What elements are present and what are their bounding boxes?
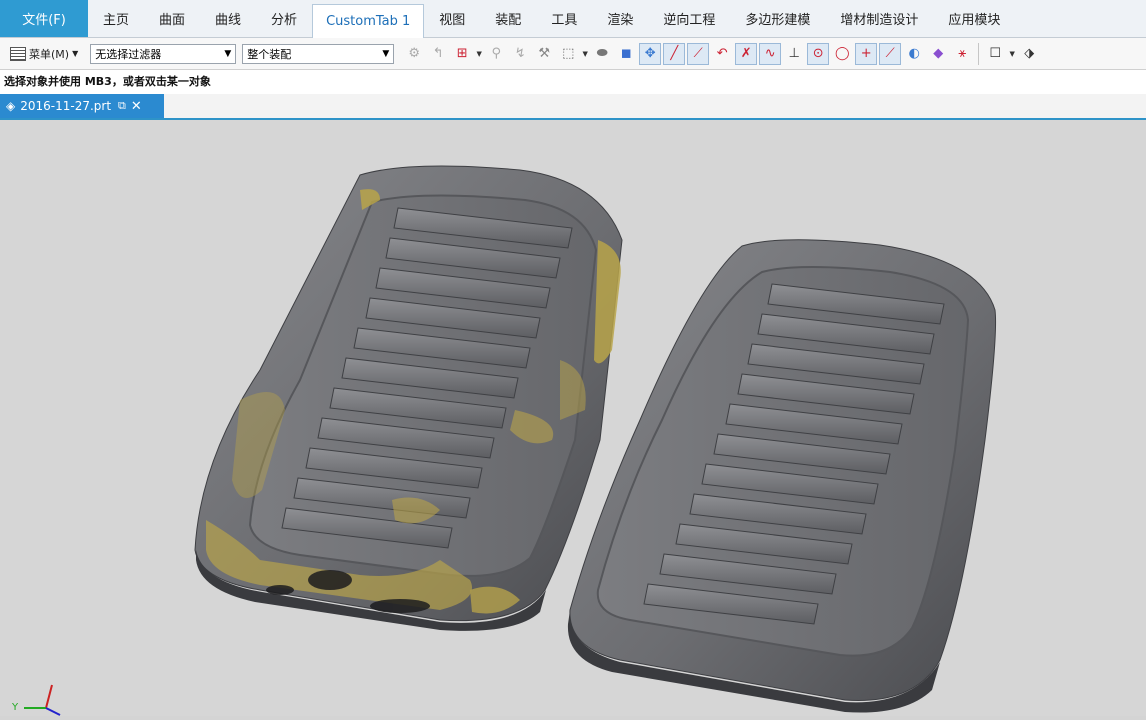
bounded-grid-icon[interactable]: ◆ bbox=[927, 43, 949, 65]
pin-icon[interactable]: ⚲ bbox=[485, 43, 507, 65]
chevron-down-icon: ▼ bbox=[72, 49, 79, 58]
assembly-icon[interactable]: ⚒ bbox=[533, 43, 555, 65]
tangent-icon[interactable]: ⊥ bbox=[783, 43, 805, 65]
cad-pedal-model[interactable] bbox=[567, 239, 997, 713]
toolbar-divider bbox=[978, 42, 980, 65]
tab-render[interactable]: 渲染 bbox=[592, 0, 648, 37]
chevron-down-icon[interactable]: ▼ bbox=[581, 43, 589, 65]
point-on-curve-icon[interactable]: ⟋ bbox=[879, 42, 902, 65]
tab-additive-manufacturing[interactable]: 增材制造设计 bbox=[825, 0, 933, 37]
cue-line: 选择对象并使用 MB3，或者双击某一对象 bbox=[0, 70, 1146, 94]
close-icon[interactable]: ✕ bbox=[131, 99, 142, 114]
control-point-icon[interactable]: ↶ bbox=[711, 43, 733, 65]
selection-filter-dropdown[interactable]: 无选择过滤器 ▼ bbox=[90, 43, 237, 64]
selection-toolbar: 菜单(M) ▼ 无选择过滤器 ▼ 整个装配 ▼ ⚙ ↰ ⊞ ▼ ⚲ ↯ ⚒ ⬚ … bbox=[0, 38, 1146, 70]
menu-icon bbox=[10, 46, 26, 61]
point-on-surface-icon[interactable]: ◐ bbox=[903, 43, 925, 65]
popout-icon[interactable]: ⧉ bbox=[118, 99, 126, 113]
more-tools-icon[interactable]: ⬗ bbox=[1018, 43, 1040, 65]
end-point-icon[interactable]: ╱ bbox=[663, 42, 686, 65]
assembly-scope-value: 整个装配 bbox=[247, 47, 292, 61]
deselect-icon[interactable]: ⬬ bbox=[591, 43, 613, 65]
tab-applications[interactable]: 应用模块 bbox=[933, 0, 1015, 37]
tab-reverse-engineering[interactable]: 逆向工程 bbox=[648, 0, 730, 37]
document-tab-bar: ◈ 2016-11-27.prt ⧉ ✕ bbox=[0, 94, 1146, 120]
triad-y-label: Y bbox=[11, 702, 19, 713]
coordinate-triad: Y bbox=[11, 684, 61, 716]
menu-button[interactable]: 菜单(M) ▼ bbox=[0, 46, 84, 62]
document-filename: 2016-11-27.prt bbox=[20, 99, 112, 113]
tab-tools[interactable]: 工具 bbox=[536, 0, 592, 37]
tab-curve[interactable]: 曲线 bbox=[200, 0, 256, 37]
tab-polygon-modeling[interactable]: 多边形建模 bbox=[730, 0, 825, 37]
existing-point-icon[interactable]: + bbox=[855, 42, 878, 65]
tab-analysis[interactable]: 分析 bbox=[256, 0, 312, 37]
selection-filter-value: 无选择过滤器 bbox=[95, 47, 162, 61]
mid-point-icon[interactable]: ⟋ bbox=[687, 42, 710, 65]
graphics-viewport[interactable]: Y bbox=[0, 120, 1146, 716]
feature-icon[interactable]: ↰ bbox=[427, 43, 449, 65]
tab-assembly[interactable]: 装配 bbox=[480, 0, 536, 37]
scanned-pedal-model[interactable] bbox=[194, 165, 623, 631]
tab-home[interactable]: 主页 bbox=[88, 0, 144, 37]
ribbon-tab-bar: 文件(F) 主页 曲面 曲线 分析 CustomTab 1 视图 装配 工具 渲… bbox=[0, 0, 1146, 38]
add-point-icon[interactable]: ⊞ bbox=[451, 43, 473, 65]
tab-customtab-1[interactable]: CustomTab 1 bbox=[312, 4, 425, 38]
box-select-icon[interactable]: ⬚ bbox=[557, 43, 579, 65]
quadrant-icon[interactable]: ◯ bbox=[831, 43, 853, 65]
tab-surface[interactable]: 曲面 bbox=[144, 0, 200, 37]
spline-point-icon[interactable]: ∿ bbox=[759, 42, 782, 65]
part-file-icon: ◈ bbox=[6, 99, 16, 113]
tab-view[interactable]: 视图 bbox=[424, 0, 480, 37]
snap-all-icon[interactable]: ✥ bbox=[639, 42, 662, 65]
chevron-down-icon[interactable]: ▼ bbox=[475, 43, 483, 65]
chevron-down-icon: ▼ bbox=[382, 48, 390, 59]
view-frame-icon[interactable]: ☐ bbox=[984, 43, 1006, 65]
file-tab[interactable]: 文件(F) bbox=[0, 0, 88, 37]
document-tab[interactable]: ◈ 2016-11-27.prt ⧉ ✕ bbox=[0, 94, 164, 118]
chevron-down-icon: ▼ bbox=[224, 48, 232, 59]
general-object-icon[interactable]: ⚙ bbox=[403, 43, 425, 65]
solid-body-icon[interactable]: ◼ bbox=[615, 43, 637, 65]
curve-rule-icon[interactable]: ↯ bbox=[509, 43, 531, 65]
triad-snap-icon[interactable]: ⚹ bbox=[951, 43, 973, 65]
model-canvas: Y bbox=[11, 165, 997, 716]
intersection-icon[interactable]: ✗ bbox=[735, 42, 758, 65]
assembly-scope-dropdown[interactable]: 整个装配 ▼ bbox=[242, 43, 395, 64]
chevron-down-icon[interactable]: ▼ bbox=[1008, 43, 1016, 65]
arc-center-icon[interactable]: ⊙ bbox=[807, 42, 830, 65]
menu-label: 菜单(M) bbox=[29, 47, 70, 61]
